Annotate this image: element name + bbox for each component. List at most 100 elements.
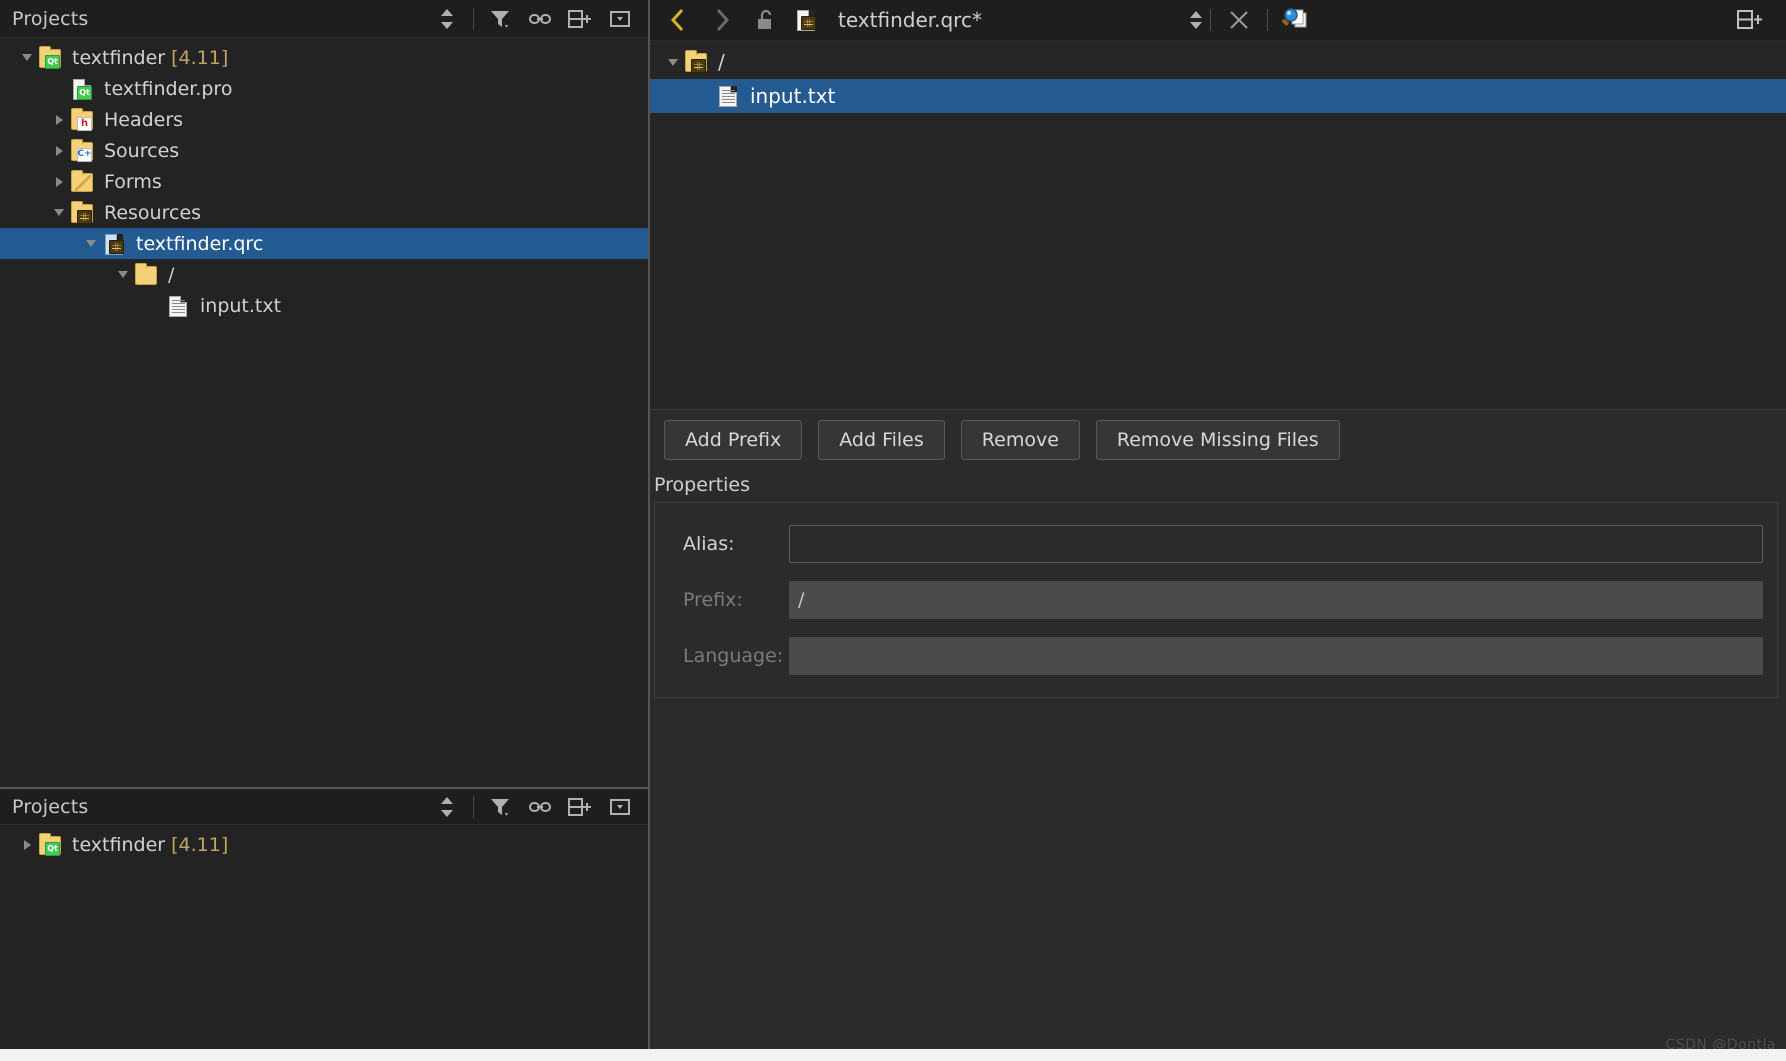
- resources-folder-icon: [70, 200, 96, 225]
- qt-project-folder-icon: Qt: [38, 45, 64, 70]
- projects-panel-toolbar: [427, 2, 640, 36]
- alias-label: Alias:: [683, 532, 735, 555]
- chevron-down-icon[interactable]: [662, 51, 684, 73]
- find-in-document-icon[interactable]: [1274, 2, 1318, 38]
- tree-item-label: Headers: [104, 108, 184, 131]
- tree-item-label: input.txt: [200, 294, 282, 317]
- projects-panel-bottom-toolbar: [427, 790, 640, 824]
- tree-item-label: /: [168, 263, 175, 286]
- prefix-label: Prefix:: [683, 588, 743, 611]
- sync-arrows-icon[interactable]: [427, 2, 467, 36]
- tree-item-label: textfinder.pro: [104, 77, 233, 100]
- project-tree-row[interactable]: h Headers: [0, 104, 648, 135]
- link-icon[interactable]: [520, 2, 560, 36]
- chevron-down-icon[interactable]: [112, 264, 134, 286]
- remove-button[interactable]: Remove: [960, 419, 1080, 460]
- resource-tree-row[interactable]: /: [650, 45, 1786, 79]
- plain-folder-icon: [134, 262, 160, 287]
- resource-file-tree[interactable]: / input.txt: [650, 40, 1786, 409]
- split-add-icon[interactable]: [560, 790, 600, 824]
- project-tree-row[interactable]: /: [0, 259, 648, 290]
- tree-item-label: Forms: [104, 170, 162, 193]
- project-tree-row[interactable]: C+ Sources: [0, 135, 648, 166]
- text-file-icon: [166, 294, 192, 318]
- sources-folder-icon: C+: [70, 138, 96, 163]
- link-icon[interactable]: [520, 790, 560, 824]
- tree-item-label: textfinder [4.11]: [72, 833, 229, 856]
- resource-action-buttons: Add Prefix Add Files Remove Remove Missing …: [650, 408, 1786, 470]
- chevron-right-icon[interactable]: [700, 2, 744, 38]
- projects-panel-header: Projects: [0, 0, 648, 38]
- panel-menu-dropdown-icon[interactable]: [600, 2, 640, 36]
- project-tree[interactable]: Qt textfinder [4.11] Qt textfinder.pro h Head…: [0, 38, 648, 787]
- properties-section: Properties Alias: Prefix: Language:: [650, 469, 1786, 698]
- tree-item-label: textfinder [4.11]: [72, 46, 229, 69]
- tree-item-label: textfinder.qrc: [136, 232, 264, 255]
- qt-project-folder-icon: Qt: [38, 832, 64, 857]
- language-row: Language:: [669, 636, 1763, 675]
- toolbar-divider: [473, 7, 474, 30]
- chevron-right-icon[interactable]: [48, 109, 70, 131]
- prefix-row: Prefix:: [669, 580, 1763, 619]
- projects-panel-title: Projects: [12, 7, 89, 30]
- tree-item-label: input.txt: [750, 84, 836, 108]
- tree-item-label: /: [718, 50, 725, 74]
- properties-form: Alias: Prefix: Language:: [654, 501, 1778, 698]
- resource-tree-row[interactable]: input.txt: [650, 79, 1786, 113]
- combo-updown-arrows-icon[interactable]: [1188, 9, 1204, 31]
- add-files-button[interactable]: Add Files: [818, 419, 945, 460]
- prefix-input: [789, 580, 1763, 619]
- editor-area: textfinder.qrc* / input.txt Add Prefix A…: [650, 0, 1786, 1061]
- alias-input[interactable]: [789, 524, 1763, 563]
- chevron-down-icon[interactable]: [80, 233, 102, 255]
- properties-filler: [650, 697, 1786, 1061]
- close-x-icon[interactable]: [1217, 2, 1261, 38]
- project-tree-row[interactable]: Qt textfinder.pro: [0, 73, 648, 104]
- tree-item-label: Sources: [104, 139, 180, 162]
- projects-panel-bottom-header: Projects: [0, 787, 648, 825]
- project-tree-row[interactable]: Forms: [0, 166, 648, 197]
- chevron-down-icon[interactable]: [16, 47, 38, 69]
- qrc-file-icon: [794, 8, 820, 32]
- left-sidebar: Projects Qt textfinder [4.11] Qt textfin…: [0, 0, 650, 1061]
- text-file-icon: [716, 84, 742, 108]
- filter-icon[interactable]: [480, 2, 520, 36]
- unlocked-padlock-icon[interactable]: [744, 2, 788, 38]
- properties-section-label: Properties: [654, 473, 751, 496]
- chevron-down-icon[interactable]: [48, 202, 70, 224]
- chevron-right-icon[interactable]: [48, 140, 70, 162]
- menu-dropdown-icon[interactable]: [600, 790, 640, 824]
- window-bottom-edge: [0, 1049, 1786, 1061]
- headers-folder-icon: h: [70, 107, 96, 132]
- project-version-badge: [4.11]: [171, 46, 229, 69]
- toolbar-divider: [1267, 9, 1268, 31]
- add-prefix-button[interactable]: Add Prefix: [664, 419, 803, 460]
- projects-panel-bottom-title: Projects: [12, 795, 89, 818]
- sync-arrows-icon[interactable]: [427, 790, 467, 824]
- split-add-icon[interactable]: [560, 2, 600, 36]
- alias-row: Alias:: [669, 524, 1763, 563]
- qrc-prefix-folder-icon: [684, 50, 710, 74]
- filter-icon[interactable]: [480, 790, 520, 824]
- chevron-right-icon[interactable]: [48, 171, 70, 193]
- project-tree-row[interactable]: Qt textfinder [4.11]: [0, 829, 648, 860]
- project-tree-row[interactable]: Qt textfinder [4.11]: [0, 42, 648, 73]
- forms-folder-icon: [70, 169, 96, 194]
- project-tree-bottom[interactable]: Qt textfinder [4.11]: [0, 825, 648, 1061]
- qt-creator-window: Projects Qt textfinder [4.11] Qt textfin…: [0, 0, 1786, 1061]
- open-document-combo[interactable]: textfinder.qrc*: [788, 2, 1204, 38]
- split-view-add-icon[interactable]: [1728, 2, 1772, 38]
- open-document-name: textfinder.qrc*: [838, 8, 982, 32]
- project-version-badge: [4.11]: [171, 833, 229, 856]
- remove-missing-files-button[interactable]: Remove Missing Files: [1095, 419, 1340, 460]
- chevron-right-icon[interactable]: [16, 834, 38, 856]
- project-tree-row[interactable]: textfinder.qrc: [0, 228, 648, 259]
- chevron-left-icon[interactable]: [656, 2, 700, 38]
- qt-pro-file-icon: Qt: [70, 77, 96, 101]
- project-tree-row[interactable]: input.txt: [0, 290, 648, 321]
- tree-item-label: Resources: [104, 201, 202, 224]
- language-input: [789, 636, 1763, 675]
- project-tree-row[interactable]: Resources: [0, 197, 648, 228]
